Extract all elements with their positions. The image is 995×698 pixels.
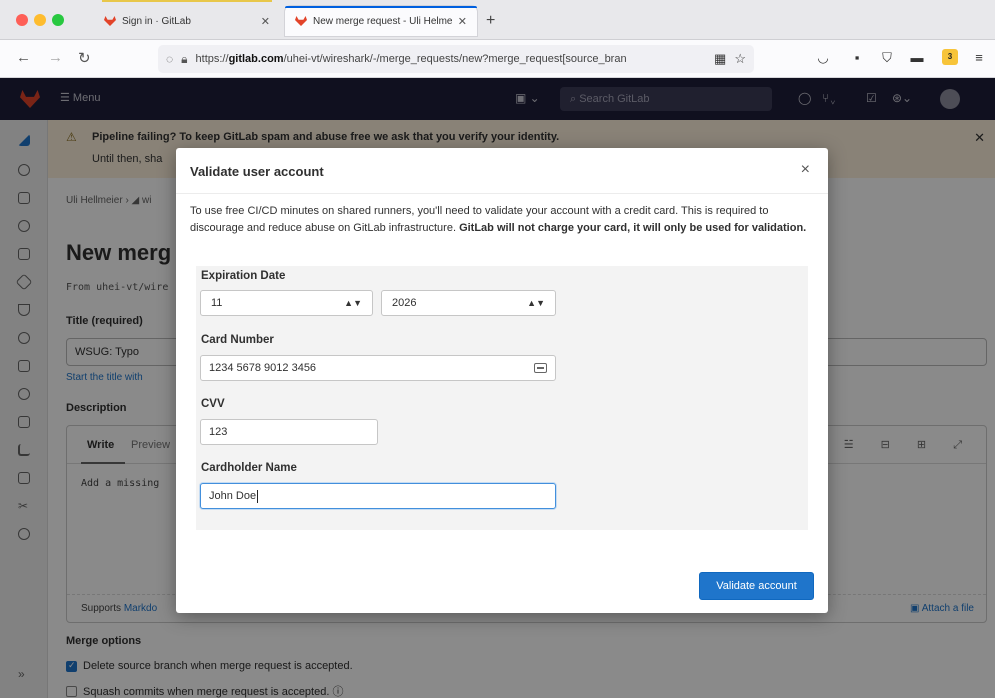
tab-title: New merge request - Uli Helmeı bbox=[313, 15, 452, 27]
expiration-year-select[interactable]: 2026 ▲▼ bbox=[381, 290, 556, 316]
gitlab-favicon-icon bbox=[104, 16, 116, 26]
text-caret bbox=[257, 489, 259, 503]
cvv-input[interactable]: 123 bbox=[200, 419, 378, 445]
modal-title: Validate user account bbox=[190, 164, 324, 179]
browser-tab-sign-in[interactable]: Sign in · GitLab ✕ bbox=[94, 0, 280, 36]
lock-icon: 🔒︎ bbox=[181, 51, 188, 66]
expiration-month-select[interactable]: 11 ▲▼ bbox=[200, 290, 373, 316]
expiration-date-label: Expiration Date bbox=[201, 270, 286, 282]
gitlab-favicon-icon bbox=[295, 16, 307, 26]
window-zoom-button[interactable] bbox=[52, 14, 64, 26]
select-arrows-icon: ▲▼ bbox=[527, 298, 545, 308]
validate-account-modal: Validate user account × To use free CI/C… bbox=[176, 148, 828, 613]
card-number-label: Card Number bbox=[201, 334, 274, 346]
browser-tab-bar: Sign in · GitLab ✕ New merge request - U… bbox=[0, 0, 995, 40]
privacy-shield-icon[interactable]: ⛉ bbox=[880, 51, 894, 65]
pocket-icon[interactable]: ◡ bbox=[816, 51, 830, 65]
close-icon[interactable]: × bbox=[801, 161, 810, 179]
select-arrows-icon: ▲▼ bbox=[344, 298, 362, 308]
forward-icon[interactable]: → bbox=[48, 49, 63, 66]
cardholder-name-label: Cardholder Name bbox=[201, 462, 297, 474]
back-icon[interactable]: ← bbox=[16, 49, 31, 66]
shield-icon: ◌ bbox=[166, 52, 174, 66]
window-minimize-button[interactable] bbox=[34, 14, 46, 26]
cvv-label: CVV bbox=[201, 398, 225, 410]
new-tab-icon[interactable]: + bbox=[486, 12, 495, 30]
url-bar[interactable]: ◌ 🔒︎ https://gitlab.com/uhei-vt/wireshar… bbox=[158, 45, 754, 73]
browser-menu-icon[interactable]: ≡ bbox=[972, 51, 986, 65]
window-close-button[interactable] bbox=[16, 14, 28, 26]
tab-close-icon[interactable]: ✕ bbox=[261, 15, 270, 28]
browser-tab-new-merge-request[interactable]: New merge request - Uli Helmeı ✕ bbox=[285, 6, 477, 36]
card-number-input[interactable]: 1234 5678 9012 3456 bbox=[200, 355, 556, 381]
browser-nav-bar: ← → ↻ ◌ 🔒︎ https://gitlab.com/uhei-vt/wi… bbox=[0, 40, 995, 78]
credit-card-icon bbox=[534, 363, 547, 373]
tab-close-icon[interactable]: ✕ bbox=[458, 15, 467, 28]
bookmark-star-icon[interactable]: ☆ bbox=[734, 51, 746, 67]
reload-icon[interactable]: ↻ bbox=[78, 49, 91, 67]
tab-title: Sign in · GitLab bbox=[122, 15, 191, 27]
modal-description: To use free CI/CD minutes on shared runn… bbox=[190, 205, 807, 234]
qr-code-icon[interactable]: ▦ bbox=[714, 51, 726, 67]
extension-badge-icon[interactable]: 3 bbox=[942, 49, 958, 65]
extensions-grid-icon[interactable]: ▪ bbox=[850, 51, 864, 65]
validate-account-button[interactable]: Validate account bbox=[699, 572, 814, 600]
cardholder-name-input[interactable]: John Doe bbox=[200, 483, 556, 509]
credit-card-form: Expiration Date 11 ▲▼ 2026 ▲▼ Card Number … bbox=[196, 266, 808, 530]
container-icon[interactable]: ▬ bbox=[910, 51, 924, 65]
modal-header: Validate user account × bbox=[176, 148, 828, 194]
url-text[interactable]: https://gitlab.com/uhei-vt/wireshark/-/m… bbox=[196, 53, 707, 65]
